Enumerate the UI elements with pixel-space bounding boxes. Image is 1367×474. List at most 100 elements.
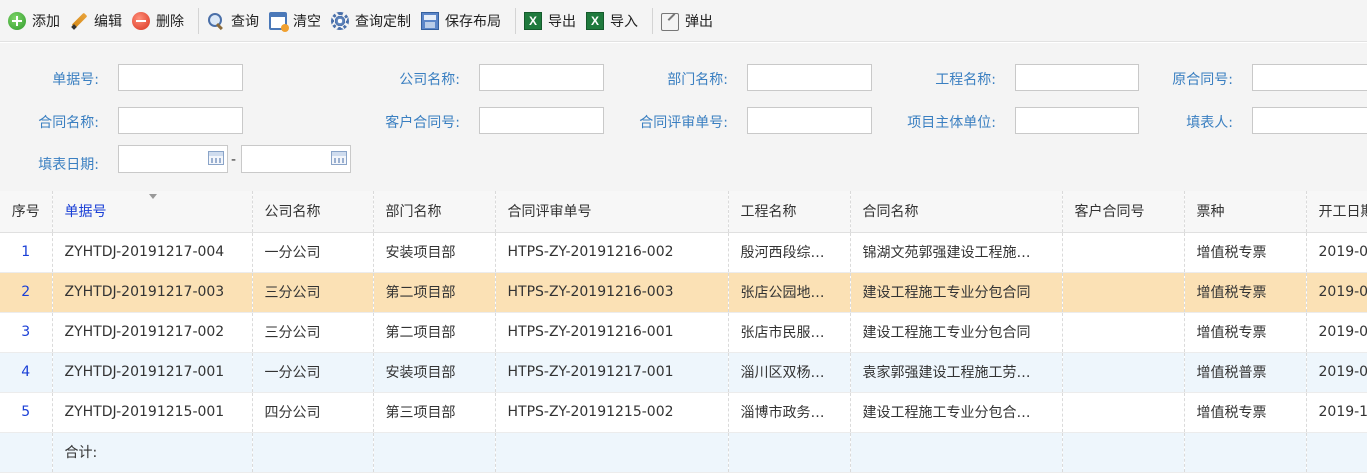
import-button-label: 导入 [610, 13, 638, 30]
export-button[interactable]: 导出 [522, 6, 584, 36]
contract-review-no-input[interactable] [747, 107, 872, 134]
cell-seq: 5 [0, 392, 53, 433]
toolbar-separator [198, 7, 199, 34]
cell-seq [0, 432, 53, 473]
delete-button[interactable]: 删除 [130, 6, 192, 36]
pencil-icon [70, 12, 88, 30]
cell-review-no: HTPS-ZY-20191216-003 [495, 272, 729, 313]
edit-button[interactable]: 编辑 [68, 6, 130, 36]
column-header-invoice-type[interactable]: 票种 [1184, 191, 1307, 233]
table-row-selected[interactable]: 2 ZYHTDJ-20191217-003 三分公司 第二项目部 HTPS-ZY… [0, 272, 1367, 313]
cell-contract-name: 建设工程施工专业分包合… [850, 392, 1063, 433]
calendar-icon[interactable] [208, 151, 224, 165]
project-main-unit-label: 项目主体单位: [907, 115, 996, 131]
doc-number-label: 单据号: [52, 72, 99, 88]
sort-arrow-icon [148, 194, 157, 199]
contract-name-label: 合同名称: [38, 115, 99, 131]
cell-department: 第二项目部 [373, 272, 496, 313]
column-header-contract-name[interactable]: 合同名称 [850, 191, 1063, 233]
cell-review-no: HTPS-ZY-20191216-001 [495, 312, 729, 353]
clear-button[interactable]: 清空 [267, 6, 329, 36]
filler-input[interactable] [1252, 107, 1367, 134]
total-cell [252, 432, 374, 473]
search-form: 单据号: 公司名称: 部门名称: 工程名称: 原合同号: 合同名称: 客户合同号… [0, 43, 1367, 191]
cell-company: 三分公司 [252, 312, 374, 353]
total-cell [728, 432, 851, 473]
query-custom-button-label: 查询定制 [355, 13, 411, 30]
column-header-start-date[interactable]: 开工日期 [1306, 191, 1367, 233]
data-grid: 序号 单据号 公司名称 部门名称 合同评审单号 工程名称 合同名称 客户合同号 … [0, 191, 1367, 474]
edit-button-label: 编辑 [94, 13, 122, 30]
cell-project: 淄博市政务… [728, 392, 851, 433]
cell-start-date: 2019-08 [1306, 312, 1367, 353]
total-cell [1306, 432, 1367, 473]
original-contract-no-label: 原合同号: [1172, 72, 1233, 88]
toolbar-separator [515, 7, 516, 34]
cell-department: 安装项目部 [373, 232, 496, 273]
save-layout-button[interactable]: 保存布局 [419, 6, 509, 36]
customer-contract-no-label: 客户合同号: [385, 115, 460, 131]
column-header-company[interactable]: 公司名称 [252, 191, 374, 233]
cell-project: 淄川区双杨… [728, 352, 851, 393]
column-header-review-no[interactable]: 合同评审单号 [495, 191, 729, 233]
add-button[interactable]: 添加 [6, 6, 68, 36]
table-row[interactable]: 5 ZYHTDJ-20191215-001 四分公司 第三项目部 HTPS-ZY… [0, 392, 1367, 433]
doc-number-input[interactable] [118, 64, 243, 91]
cell-review-no: HTPS-ZY-20191217-001 [495, 352, 729, 393]
cell-contract-name: 锦湖文苑郭强建设工程施… [850, 232, 1063, 273]
delete-icon [132, 11, 150, 30]
cell-start-date: 2019-08 [1306, 272, 1367, 313]
query-custom-button[interactable]: 查询定制 [329, 6, 419, 36]
cell-seq: 4 [0, 352, 53, 393]
add-button-label: 添加 [32, 13, 60, 30]
cell-invoice-type: 增值税专票 [1184, 312, 1307, 353]
popup-button-label: 弹出 [685, 13, 713, 30]
cell-seq: 1 [0, 232, 53, 273]
customer-contract-no-input[interactable] [479, 107, 604, 134]
cell-invoice-type: 增值税专票 [1184, 232, 1307, 273]
cell-doc-number: ZYHTDJ-20191215-001 [52, 392, 253, 433]
add-icon [8, 11, 26, 30]
column-header-doc-number[interactable]: 单据号 [52, 191, 253, 233]
department-name-input[interactable] [747, 64, 872, 91]
original-contract-no-input[interactable] [1252, 64, 1367, 91]
company-name-label: 公司名称: [399, 72, 460, 88]
table-row[interactable]: 4 ZYHTDJ-20191217-001 一分公司 安装项目部 HTPS-ZY… [0, 352, 1367, 393]
department-name-label: 部门名称: [667, 72, 728, 88]
query-button[interactable]: 查询 [205, 6, 267, 36]
column-header-seq[interactable]: 序号 [0, 191, 53, 233]
project-name-input[interactable] [1015, 64, 1139, 91]
cell-contract-name: 袁家郭强建设工程施工劳… [850, 352, 1063, 393]
cell-invoice-type: 增值税专票 [1184, 392, 1307, 433]
cell-start-date: 2019-06 [1306, 352, 1367, 393]
cell-department: 第二项目部 [373, 312, 496, 353]
table-row[interactable]: 3 ZYHTDJ-20191217-002 三分公司 第二项目部 HTPS-ZY… [0, 312, 1367, 353]
column-header-department[interactable]: 部门名称 [373, 191, 496, 233]
total-cell [1184, 432, 1307, 473]
contract-name-input[interactable] [118, 107, 243, 134]
toolbar-separator [652, 7, 653, 34]
project-name-label: 工程名称: [935, 72, 996, 88]
column-header-project[interactable]: 工程名称 [728, 191, 851, 233]
delete-button-label: 删除 [156, 13, 184, 30]
calendar-icon[interactable] [331, 151, 347, 165]
cell-invoice-type: 增值税专票 [1184, 272, 1307, 313]
cell-customer-contract [1062, 352, 1185, 393]
cell-company: 一分公司 [252, 352, 374, 393]
data-table: 序号 单据号 公司名称 部门名称 合同评审单号 工程名称 合同名称 客户合同号 … [0, 191, 1367, 473]
table-row[interactable]: 1 ZYHTDJ-20191217-004 一分公司 安装项目部 HTPS-ZY… [0, 232, 1367, 273]
column-header-customer-contract[interactable]: 客户合同号 [1062, 191, 1185, 233]
fill-date-label: 填表日期: [38, 157, 99, 173]
import-button[interactable]: 导入 [584, 6, 646, 36]
cell-start-date: 2019-03 [1306, 232, 1367, 273]
gear-icon [331, 11, 349, 30]
popup-button[interactable]: 弹出 [659, 6, 721, 36]
fill-date-to-input[interactable] [241, 145, 351, 173]
project-main-unit-input[interactable] [1015, 107, 1139, 134]
fill-date-from-input[interactable] [118, 145, 228, 173]
total-row: 合计: [0, 432, 1367, 473]
cell-company: 一分公司 [252, 232, 374, 273]
contract-review-no-label: 合同评审单号: [639, 115, 728, 131]
company-name-input[interactable] [479, 64, 604, 91]
export-button-label: 导出 [548, 13, 576, 30]
